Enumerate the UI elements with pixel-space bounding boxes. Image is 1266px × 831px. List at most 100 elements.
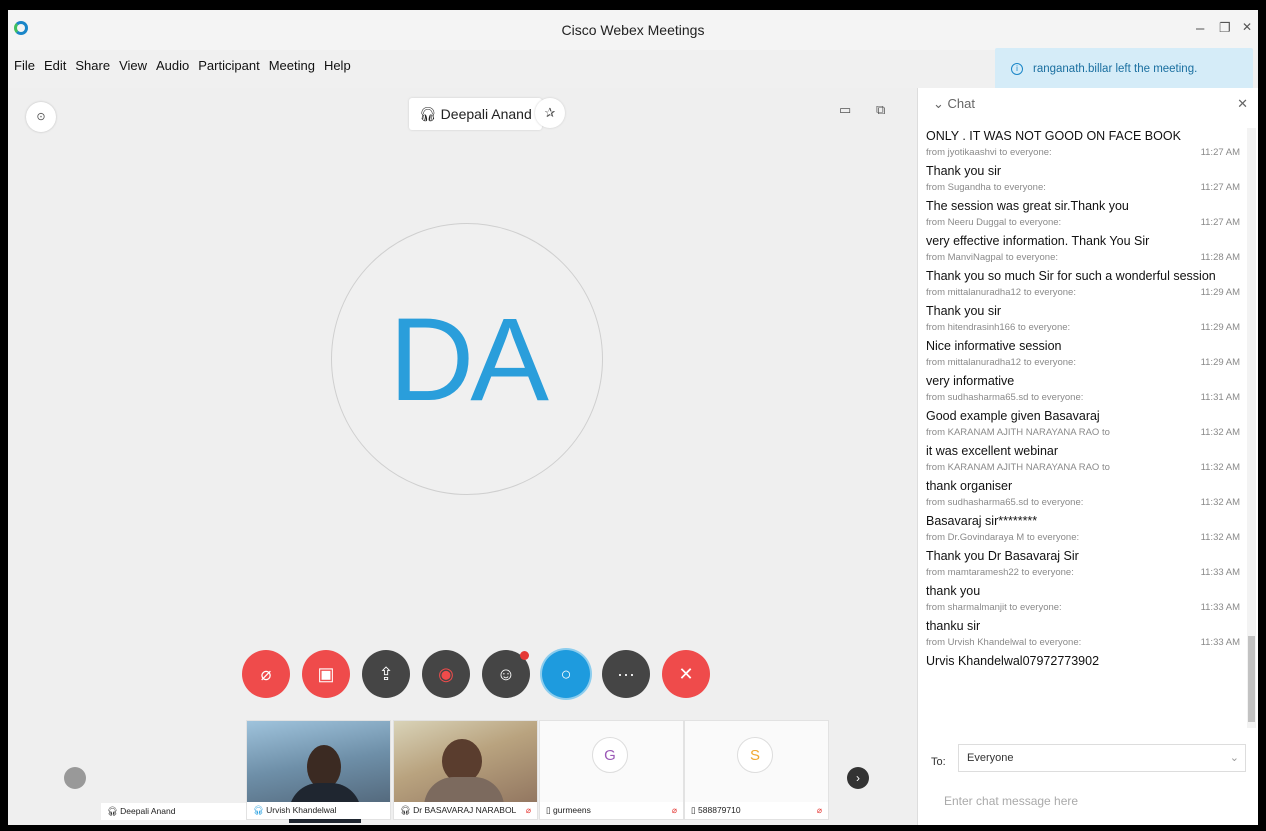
participant-name: 588879710 [698, 805, 741, 815]
chat-sender: from KARANAM AJITH NARAYANA RAO to [926, 462, 1110, 473]
participant-tile[interactable]: 🎧︎ Deepali Anand [101, 720, 246, 820]
chat-message-text: Good example given Basavaraj [926, 409, 1100, 423]
chat-time: 11:29 AM [1200, 357, 1240, 368]
phone-icon: ▯ [546, 805, 554, 815]
chat-message-meta: from mittalanuradha12 to everyone: 11:29 … [926, 285, 1244, 303]
chat-message-meta: from Sugandha to everyone: 11:27 AM [926, 180, 1244, 198]
chat-time: 11:32 AM [1200, 462, 1240, 473]
window-title: Cisco Webex Meetings [561, 22, 705, 38]
chat-message-text: it was excellent webinar [926, 444, 1059, 458]
menu-share[interactable]: Share [75, 58, 110, 80]
participant-tile[interactable]: S ▯ 588879710 ⌀ [684, 720, 829, 820]
title-bar: Cisco Webex Meetings – ❐ ✕ [8, 10, 1258, 50]
menu-help[interactable]: Help [324, 58, 351, 80]
participant-avatar: S [737, 737, 773, 773]
chat-time: 11:27 AM [1200, 147, 1240, 158]
chat-sender: from ManviNagpal to everyone: [926, 252, 1059, 263]
chat-message-meta: from mamtaramesh22 to everyone: 11:33 AM [926, 565, 1244, 583]
chat-time: 11:28 AM [1200, 252, 1240, 263]
menu-participant[interactable]: Participant [198, 58, 259, 80]
chat-message-text: Nice informative session [926, 339, 1062, 353]
chat-sender: from jyotikaashvi to everyone: [926, 147, 1052, 158]
chat-message-text: very informative [926, 374, 1015, 388]
chat-button[interactable]: ○ [542, 650, 590, 698]
stop-video-button[interactable]: ▣ [302, 650, 350, 698]
chat-message-text: The session was great sir.Thank you [926, 199, 1129, 213]
close-button[interactable]: ✕ [1242, 20, 1252, 34]
chat-sender: from hitendrasinh166 to everyone: [926, 322, 1071, 333]
menu-meeting[interactable]: Meeting [269, 58, 315, 80]
chat-message-meta: from Neeru Duggal to everyone: 11:27 AM [926, 215, 1244, 233]
mic-muted-icon: ⌀ [816, 805, 822, 815]
recipient-select[interactable]: Everyone ⌄ [958, 744, 1246, 772]
chat-message-text: thank organiser [926, 479, 1013, 493]
info-icon: i [1011, 63, 1023, 75]
minimize-button[interactable]: – [1196, 20, 1204, 37]
chat-message-text: thanku sir [926, 619, 981, 633]
speaker-avatar: DA [331, 223, 603, 495]
participants-button[interactable]: ☺ [482, 650, 530, 698]
participant-tile[interactable]: 🎧︎ Urvish Khandelwal [246, 720, 391, 823]
mute-button[interactable]: ⌀ [242, 650, 290, 698]
participant-name: gurmeens [553, 805, 591, 815]
menu-audio[interactable]: Audio [156, 58, 189, 80]
chat-time: 11:29 AM [1200, 287, 1240, 298]
chat-message-meta: from Dr.Govindaraya M to everyone: 11:32 … [926, 530, 1244, 548]
chat-scrollbar[interactable] [1247, 128, 1256, 728]
participant-tile[interactable]: G ▯ gurmeens ⌀ [539, 720, 684, 820]
chevron-down-icon: ⌄ [1229, 752, 1239, 764]
share-icon: ⇪ [378, 664, 394, 684]
menu-edit[interactable]: Edit [44, 58, 66, 80]
chat-message-meta: from ManviNagpal to everyone: 11:28 AM [926, 250, 1244, 268]
menu-view[interactable]: View [119, 58, 147, 80]
popout-icon[interactable]: ⧉ [876, 102, 885, 118]
record-button[interactable]: ◉ [422, 650, 470, 698]
chat-sender: from Dr.Govindaraya M to everyone: [926, 532, 1080, 543]
chat-time: 11:27 AM [1200, 217, 1240, 228]
recipient-value: Everyone [967, 752, 1014, 764]
chat-time: 11:33 AM [1200, 637, 1240, 648]
filmstrip: 🎧︎ Deepali Anand 🎧︎ Urvish Khandelwal 🎧︎… [8, 720, 917, 825]
chat-message-meta: from hitendrasinh166 to everyone: 11:29 A… [926, 320, 1244, 338]
restore-button[interactable]: ❐ [1219, 20, 1231, 36]
chat-sender: from KARANAM AJITH NARAYANA RAO to [926, 427, 1110, 438]
chat-sender: from mittalanuradha12 to everyone: [926, 357, 1076, 368]
chat-message-meta: from sharmalmanjit to everyone: 11:33 AM [926, 600, 1244, 618]
chat-close-button[interactable]: ✕ [1237, 96, 1248, 112]
phone-icon: ▯ [691, 805, 699, 815]
more-icon: ··· [617, 664, 635, 684]
more-button[interactable]: ··· [602, 650, 650, 698]
menu-file[interactable]: File [14, 58, 35, 80]
share-button[interactable]: ⇪ [362, 650, 410, 698]
chat-message-meta: from jyotikaashvi to everyone: 11:27 AM [926, 145, 1244, 163]
chat-title: Chat [947, 96, 975, 111]
filmstrip-prev-button[interactable] [64, 767, 86, 789]
chat-message-text: Basavaraj sir******** [926, 514, 1038, 528]
menu-bar: File Edit Share View Audio Participant M… [8, 58, 351, 80]
tile-label: 🎧︎ Dr BASAVARAJ NARABOL ⌀ [394, 802, 537, 819]
filmstrip-next-button[interactable]: › [847, 767, 869, 789]
chat-sender: from sharmalmanjit to everyone: [926, 602, 1062, 613]
chat-scrollbar-thumb[interactable] [1248, 636, 1255, 722]
notification-toast: i ranganath.billar left the meeting. [995, 48, 1253, 90]
chat-time: 11:32 AM [1200, 427, 1240, 438]
participant-tile[interactable]: 🎧︎ Dr BASAVARAJ NARABOL ⌀ [393, 720, 538, 820]
chat-message-text: very effective information. Thank You Si… [926, 234, 1150, 248]
meeting-info-button[interactable]: ⊙ [26, 102, 56, 132]
chat-time: 11:32 AM [1200, 497, 1240, 508]
chat-sender: from sudhasharma65.sd to everyone: [926, 497, 1084, 508]
chat-time: 11:29 AM [1200, 322, 1240, 333]
headset-icon: 🎧︎ [253, 805, 267, 815]
chat-sender: from sudhasharma65.sd to everyone: [926, 392, 1084, 403]
video-stage: ⊙ 🎧︎ Deepali Anand ✰ ▭ ⧉ DA ⌀ ▣ ⇪ ◉ ☺ ○ … [8, 88, 917, 825]
pin-icon[interactable]: ✰ [535, 98, 565, 128]
layout-icon[interactable]: ▭ [839, 102, 851, 118]
headset-icon: 🎧︎ [107, 806, 121, 816]
leave-button[interactable]: ✕ [662, 650, 710, 698]
chat-header[interactable]: ⌄ Chat [933, 96, 975, 112]
chat-input[interactable]: Enter chat message here [944, 794, 1078, 808]
mic-muted-icon: ⌀ [525, 805, 531, 815]
chat-sender: from Sugandha to everyone: [926, 182, 1046, 193]
chat-message-text: Thank you sir [926, 304, 1002, 318]
webex-window: Cisco Webex Meetings – ❐ ✕ File Edit Sha… [8, 10, 1258, 825]
